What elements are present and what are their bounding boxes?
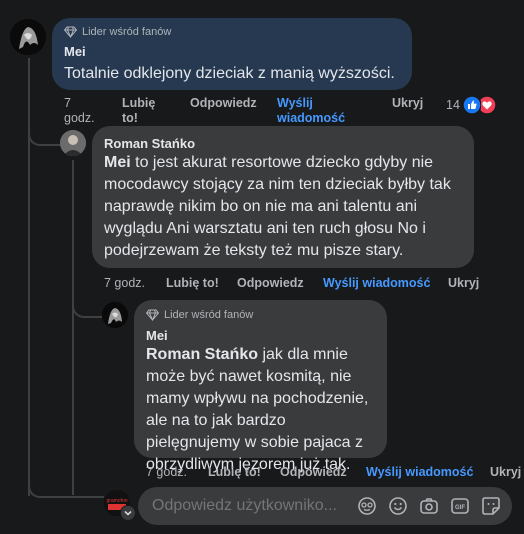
badge-label: Lider wśród fanów [82,26,172,38]
send-message-link[interactable]: Wyślij wiadomość [277,96,357,126]
reply-input-box[interactable]: GIF [138,487,512,525]
top-fan-badge[interactable]: Lider wśród fanów [146,309,253,321]
comment-author[interactable]: Roman Stańko [104,136,195,151]
comment-text: Mei to jest akurat resortowe dziecko gdy… [104,154,451,259]
emoji-icon[interactable] [387,495,409,517]
comment-author[interactable]: Mei [64,44,86,59]
mention-link[interactable]: Mei [104,154,131,171]
avatar[interactable] [10,19,46,55]
hide-button[interactable]: Ukryj [490,465,524,479]
thread-connector-3 [28,476,104,498]
send-message-link[interactable]: Wyślij wiadomość [366,465,473,479]
like-button[interactable]: Lubię to! [208,465,261,479]
reactions-count: 14 [446,98,460,112]
avatar[interactable] [102,302,128,328]
badge-label: Lider wśród fanów [164,309,254,321]
comment-bubble: Roman Stańko Mei to jest akurat resortow… [92,126,474,268]
comment-bubble: Lider wśród fanów Mei Roman Stańko jak d… [134,300,387,473]
like-button[interactable]: Lubię to! [122,96,164,126]
hide-button[interactable]: Ukryj [448,276,479,290]
comment-timestamp[interactable]: 7 godz. [64,96,100,126]
reply-button[interactable]: Odpowiedz [237,276,304,290]
diamond-icon [64,26,77,38]
thread-line-sub [72,160,74,495]
like-button[interactable]: Lubię to! [166,276,219,290]
top-fan-badge[interactable]: Lider wśród fanów [64,26,171,38]
comment-text: Roman Stańko jak dla mnie może być nawet… [146,346,369,473]
like-reaction-icon [462,96,481,114]
reply-button[interactable]: Odpowiedz [280,465,347,479]
gif-icon[interactable]: GIF [449,495,471,517]
svg-text:gramofon: gramofon [106,498,127,504]
reply-button[interactable]: Odpowiedz [190,96,257,110]
reactions-summary[interactable]: 14 [446,96,496,114]
comment-text: Totalnie odklejony dzieciak z manią wyżs… [64,65,395,82]
svg-text:GIF: GIF [455,505,465,511]
sticker-square-icon[interactable] [480,495,502,517]
comment-author[interactable]: Mei [146,328,168,343]
comment-timestamp[interactable]: 7 godz. [104,276,145,290]
chevron-down-icon [124,510,132,516]
sticker-icon[interactable] [356,495,378,517]
hide-button[interactable]: Ukryj [392,96,423,110]
comment-timestamp[interactable]: 7 godz. [146,465,187,479]
avatar[interactable] [60,130,86,156]
thread-connector-2 [72,296,102,318]
mention-link[interactable]: Roman Stańko [146,346,258,363]
thread-connector-1 [28,124,60,146]
diamond-icon [146,309,159,321]
comment-bubble-highlighted: Lider wśród fanów Mei Totalnie odklejony… [52,18,412,90]
reply-input[interactable] [150,496,356,516]
account-switch[interactable] [120,505,136,521]
camera-icon[interactable] [418,495,440,517]
send-message-link[interactable]: Wyślij wiadomość [323,276,430,290]
